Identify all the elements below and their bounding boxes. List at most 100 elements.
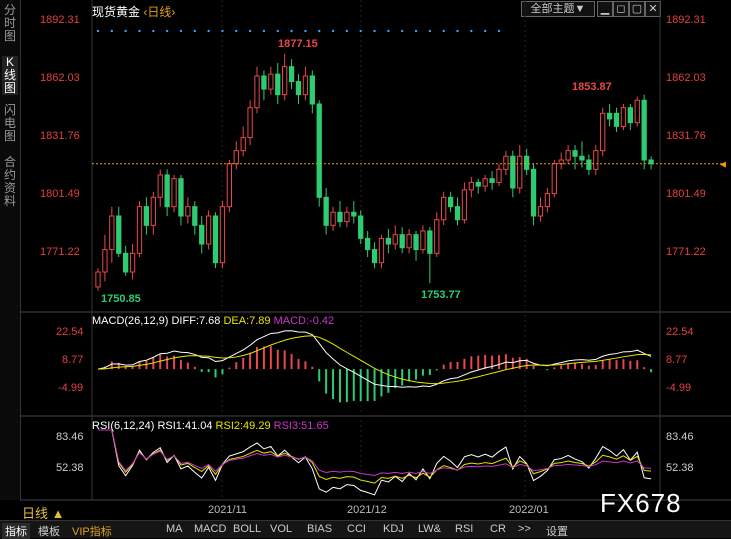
candle-body	[129, 252, 136, 273]
tab-ma[interactable]: MA	[166, 523, 183, 535]
tab-cci[interactable]: CCI	[347, 523, 366, 535]
x-axis-label: 2022/01	[509, 504, 549, 516]
candle-body	[199, 224, 205, 245]
candle-body	[344, 211, 350, 223]
candle-body	[123, 252, 129, 273]
candle-body	[275, 73, 281, 96]
candle-body	[302, 75, 309, 96]
candle-body	[95, 271, 101, 288]
signal-dot	[483, 29, 487, 33]
candle-body	[282, 66, 288, 96]
candle-body	[406, 234, 412, 249]
indicator-tab-bar: 指标 模板 VIP指标 MA MACD BOLL VOL BIAS CCI KD…	[0, 520, 731, 539]
rsi-axis-label: 83.46	[666, 431, 694, 443]
macd-axis-label: 22.54	[56, 326, 84, 338]
signal-dot	[221, 29, 224, 33]
current-price-marker: ◄	[718, 160, 728, 171]
signal-dot	[428, 29, 432, 33]
signal-dot	[400, 29, 404, 33]
candle-body	[551, 163, 557, 195]
candle-body	[330, 211, 336, 226]
candle-body	[627, 107, 633, 124]
candle-body	[185, 206, 191, 217]
tab-cr[interactable]: CR	[490, 523, 506, 535]
candle-body	[482, 178, 488, 187]
candle-body	[475, 181, 481, 187]
candle-body	[503, 155, 509, 170]
candle-body	[212, 215, 219, 264]
annotation-low-left: 1750.85	[101, 293, 141, 305]
candle-body	[316, 103, 322, 198]
candle-body	[593, 150, 599, 170]
tab-kdj[interactable]: KDJ	[383, 523, 404, 535]
tab-lw[interactable]: LW&	[418, 523, 441, 535]
rsi-axis-label: 52.38	[666, 462, 694, 474]
candle-body	[413, 234, 419, 251]
macd-label: MACD(26,12,9) DIFF:7.68 DEA:7.89 MACD:-0…	[92, 315, 335, 327]
candle-body	[136, 206, 143, 254]
signal-dot	[152, 29, 155, 33]
candle-body	[468, 181, 474, 191]
signal-dot	[290, 29, 293, 33]
candle-body	[309, 75, 315, 105]
signal-dot	[497, 29, 501, 33]
candle-body	[565, 150, 571, 161]
tab-rsi[interactable]: RSI	[455, 523, 473, 535]
candle-body	[600, 112, 606, 152]
candle-body	[268, 73, 274, 90]
chart-canvas[interactable]: ◄	[0, 0, 731, 520]
candle-body	[323, 196, 329, 226]
candle-body	[109, 215, 115, 251]
left-axis-label: 1831.76	[40, 130, 80, 142]
right-axis-label: 1892.31	[666, 14, 706, 26]
candle-body	[572, 150, 578, 157]
candle-body	[295, 81, 302, 96]
rsi-label: RSI(6,12,24) RSI1:41.04 RSI2:49.29 RSI3:…	[92, 420, 329, 432]
x-axis-label: 2021/12	[347, 504, 387, 516]
candle-body	[454, 206, 461, 221]
tab-bias[interactable]: BIAS	[307, 523, 332, 535]
signal-dot	[456, 29, 459, 33]
signal-dot	[318, 29, 321, 33]
signal-dot	[304, 29, 307, 33]
macd-axis-label: -4.99	[666, 382, 692, 394]
signal-dot	[414, 29, 418, 33]
macd-axis-label: -4.99	[58, 382, 84, 394]
annotation-recent-high: 1853.87	[572, 81, 612, 93]
rsi-axis-label: 52.38	[56, 462, 84, 474]
signal-dot	[470, 29, 473, 33]
candle-body	[178, 178, 184, 217]
left-axis-label: 1801.49	[40, 188, 80, 200]
candle-body	[240, 137, 246, 152]
candle-body	[157, 174, 163, 198]
candle-body	[517, 155, 523, 189]
signal-dot	[262, 29, 266, 33]
left-axis-label: 1862.03	[40, 72, 80, 84]
candle-body	[427, 230, 433, 254]
candle-body	[558, 159, 564, 165]
candle-body	[150, 196, 156, 226]
candle-body	[226, 163, 233, 208]
signal-dot	[96, 29, 100, 33]
candle-body	[489, 178, 495, 183]
candle-body	[586, 159, 592, 170]
macd-axis-label: 22.54	[666, 326, 694, 338]
candle-body	[143, 206, 150, 226]
candle-body	[254, 75, 260, 109]
candle-body	[441, 196, 447, 221]
right-axis-label: 1831.76	[666, 130, 706, 142]
candle-body	[288, 66, 295, 83]
annotation-high: 1877.15	[278, 38, 318, 50]
tab-boll[interactable]: BOLL	[233, 523, 261, 535]
candle-body	[523, 155, 530, 170]
candle-body	[648, 159, 654, 165]
candle-body	[434, 219, 440, 254]
signal-dot	[387, 29, 390, 33]
signal-dot	[179, 29, 183, 33]
candle-body	[164, 174, 170, 208]
candle-body	[420, 230, 426, 251]
tab-vol[interactable]: VOL	[270, 523, 292, 535]
tab-more[interactable]: >>	[518, 523, 531, 535]
tab-macd[interactable]: MACD	[194, 523, 226, 535]
right-axis-label: 1862.03	[666, 72, 706, 84]
